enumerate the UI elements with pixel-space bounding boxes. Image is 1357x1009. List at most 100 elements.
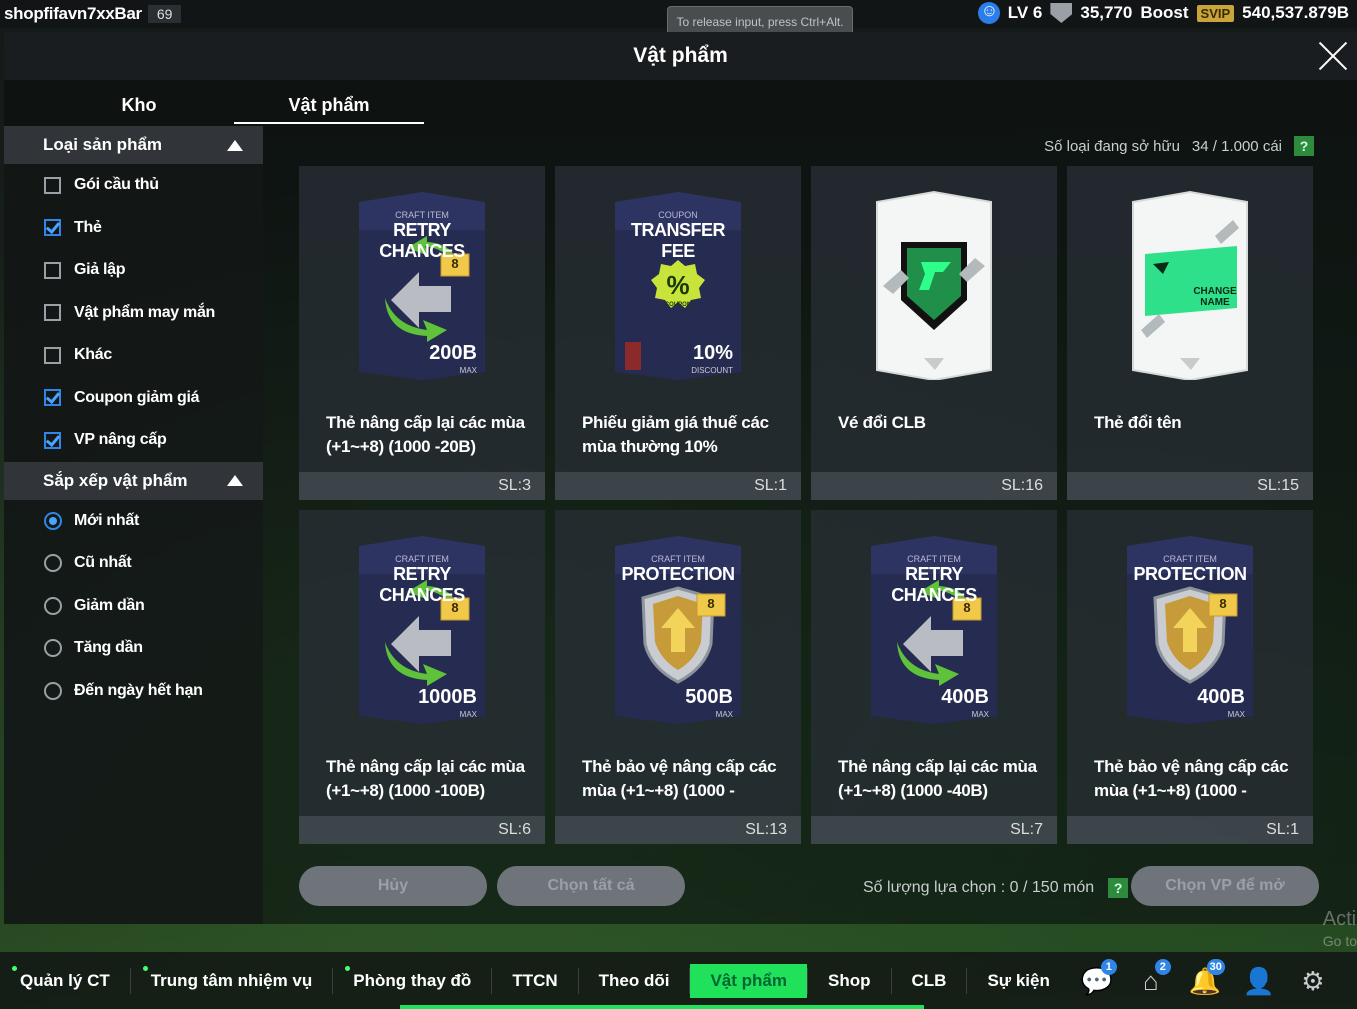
item-card-art: CRAFT ITEM PROTECTION 8 400B MAX bbox=[1067, 510, 1313, 730]
radio-button[interactable] bbox=[44, 639, 62, 658]
item-card[interactable]: CRAFT ITEM PROTECTION 8 400B MAX Thẻ bảo vệ n… bbox=[1067, 510, 1313, 844]
owned-label: Số loại đang sở hữu bbox=[1044, 137, 1180, 155]
radio-button[interactable] bbox=[44, 554, 62, 573]
category-option-label: Khác bbox=[74, 346, 112, 364]
cancel-button[interactable]: Hủy bbox=[299, 866, 487, 906]
notification-dot bbox=[345, 965, 351, 971]
pack-value: 500B bbox=[685, 686, 733, 708]
home-icon[interactable]: ⌂ 2 bbox=[1135, 958, 1171, 997]
item-pack: CHANGE NAME bbox=[1125, 190, 1255, 380]
item-card-art: CHANGE NAME bbox=[1067, 166, 1313, 386]
nav-item[interactable]: CLB bbox=[892, 964, 967, 998]
item-quantity: SL:1 bbox=[1067, 816, 1313, 844]
category-option-label: Coupon giảm giá bbox=[74, 388, 200, 406]
checkbox[interactable] bbox=[44, 304, 61, 322]
category-header-label: Loại sản phẩm bbox=[43, 135, 163, 154]
chat-icon[interactable]: 💬 1 bbox=[1081, 958, 1117, 997]
item-card[interactable]: COUPON TRANSFER FEE% COUPON 10% DISCOUNT Phiế… bbox=[555, 166, 801, 500]
radio-button[interactable] bbox=[44, 681, 62, 700]
nav-item[interactable]: Trung tâm nhiệm vụ bbox=[131, 964, 333, 998]
sort-option[interactable]: Mới nhất bbox=[4, 500, 263, 543]
category-section-header[interactable]: Loại sản phẩm bbox=[4, 126, 263, 164]
sort-option-label: Đến ngày hết hạn bbox=[74, 681, 203, 699]
profile-icon-glyph: 👤 bbox=[1242, 965, 1276, 996]
category-option[interactable]: Coupon giảm giá bbox=[4, 377, 263, 420]
sort-option-label: Tăng dần bbox=[74, 639, 143, 657]
pack-type: CRAFT ITEM bbox=[907, 554, 961, 564]
pack-type: CRAFT ITEM bbox=[651, 554, 705, 564]
sort-option[interactable]: Tăng dần bbox=[4, 627, 263, 670]
item-card[interactable]: CHANGE NAME Thẻ đổi tên SL:15 bbox=[1067, 166, 1313, 500]
item-card[interactable]: CRAFT ITEM RETRY CHANCES 8 200B MAX Thẻ nâng … bbox=[299, 166, 545, 500]
collapse-arrow-icon[interactable] bbox=[227, 475, 243, 486]
collapse-arrow-icon[interactable] bbox=[227, 139, 243, 151]
category-option[interactable]: Vật phẩm may mắn bbox=[4, 292, 263, 335]
boost-label[interactable]: Boost bbox=[1140, 3, 1188, 23]
help-icon[interactable]: ? bbox=[1294, 136, 1314, 156]
tab-items[interactable]: Vật phẩm bbox=[234, 88, 424, 124]
item-quantity: SL:1 bbox=[555, 472, 801, 500]
checkbox[interactable] bbox=[44, 261, 61, 279]
level-badge: 8 bbox=[451, 600, 459, 615]
item-card[interactable]: CRAFT ITEM RETRY CHANCES 8 400B MAX Thẻ nâng … bbox=[811, 510, 1057, 844]
profile-icon[interactable]: 👤 bbox=[1243, 965, 1275, 997]
nav-item[interactable]: TTCN bbox=[492, 964, 577, 998]
radio-button[interactable] bbox=[44, 511, 62, 530]
selection-count: Số lượng lựa chọn : 0 / 150 món ? bbox=[863, 878, 1129, 898]
sort-option-label: Mới nhất bbox=[74, 511, 139, 529]
pack-value-sub: MAX bbox=[1227, 710, 1245, 719]
level-badge: 8 bbox=[1219, 596, 1227, 611]
sort-section-header[interactable]: Sắp xếp vật phẩm bbox=[4, 461, 263, 500]
category-option[interactable]: VP nâng cấp bbox=[4, 419, 263, 462]
nav-item[interactable]: Theo dõi bbox=[579, 964, 690, 998]
nav-item[interactable]: Sự kiện bbox=[967, 964, 1069, 998]
category-option[interactable]: Gói cầu thủ bbox=[4, 164, 263, 207]
checkbox[interactable] bbox=[44, 389, 61, 407]
open-selected-button[interactable]: Chọn VP để mở bbox=[1131, 866, 1319, 906]
radio-button[interactable] bbox=[44, 596, 62, 615]
item-card[interactable]: CRAFT ITEM RETRY CHANCES 8 1000B MAX Thẻ nâng… bbox=[299, 510, 545, 844]
sort-option[interactable]: Giảm dần bbox=[4, 585, 263, 628]
nav-item[interactable]: Shop bbox=[808, 964, 891, 998]
category-option-label: VP nâng cấp bbox=[74, 431, 167, 449]
category-option-label: Gói cầu thủ bbox=[74, 176, 159, 194]
item-quantity: SL:7 bbox=[811, 816, 1057, 844]
nav-item[interactable]: Quản lý CT bbox=[0, 964, 130, 998]
category-option[interactable]: Thẻ bbox=[4, 207, 263, 250]
checkbox[interactable] bbox=[44, 176, 61, 194]
pack-title: RETRY CHANCES bbox=[379, 564, 465, 605]
checkbox[interactable] bbox=[44, 346, 61, 364]
nav-item[interactable]: Vật phẩm bbox=[690, 963, 807, 998]
bell-icon[interactable]: 🔔 30 bbox=[1189, 958, 1225, 997]
nav-item[interactable]: Phòng thay đồ bbox=[333, 964, 491, 998]
item-name: Phiếu giảm giá thuế các mùa thường 10% bbox=[582, 413, 769, 456]
nav-item-label: Trung tâm nhiệm vụ bbox=[150, 970, 313, 990]
item-card-art: COUPON TRANSFER FEE% COUPON 10% DISCOUNT bbox=[555, 166, 801, 386]
item-card[interactable]: Vé đổi CLB SL:16 bbox=[811, 166, 1057, 500]
help-icon[interactable]: ? bbox=[1108, 878, 1129, 898]
pack-value-sub: MAX bbox=[459, 710, 477, 719]
close-button[interactable] bbox=[1317, 40, 1349, 72]
select-all-button[interactable]: Chọn tất cả bbox=[497, 866, 685, 906]
nav-item-label: Shop bbox=[828, 970, 871, 990]
gear-icon[interactable]: ⚙ bbox=[1297, 965, 1329, 997]
item-name: Thẻ nâng cấp lại các mùa (+1~+8) (1000 -… bbox=[326, 757, 525, 800]
pack-title: RETRY CHANCES bbox=[891, 564, 977, 605]
category-option[interactable]: Giả lập bbox=[4, 249, 263, 292]
tab-storage[interactable]: Kho bbox=[44, 88, 234, 124]
sort-option[interactable]: Cũ nhất bbox=[4, 542, 263, 585]
item-card-art: CRAFT ITEM RETRY CHANCES 8 1000B MAX bbox=[299, 510, 545, 730]
nav-item-label: Quản lý CT bbox=[20, 970, 110, 990]
pack-title: TRANSFER FEE bbox=[631, 220, 726, 261]
pack-type: CRAFT ITEM bbox=[1163, 554, 1217, 564]
sort-option[interactable]: Đến ngày hết hạn bbox=[4, 670, 263, 713]
manager-level: LV 6 bbox=[1007, 3, 1043, 22]
bottom-navigation: Quản lý CT Trung tâm nhiệm vụ Phòng thay đ… bbox=[0, 952, 1357, 1009]
checkbox[interactable] bbox=[44, 431, 61, 449]
category-option-label: Vật phẩm may mắn bbox=[74, 303, 216, 321]
category-option[interactable]: Khác bbox=[4, 334, 263, 377]
pack-value: 1000B bbox=[418, 686, 477, 708]
gear-icon-glyph: ⚙ bbox=[1301, 965, 1325, 996]
item-card[interactable]: CRAFT ITEM PROTECTION 8 500B MAX Thẻ bảo vệ n… bbox=[555, 510, 801, 844]
checkbox[interactable] bbox=[44, 219, 61, 237]
